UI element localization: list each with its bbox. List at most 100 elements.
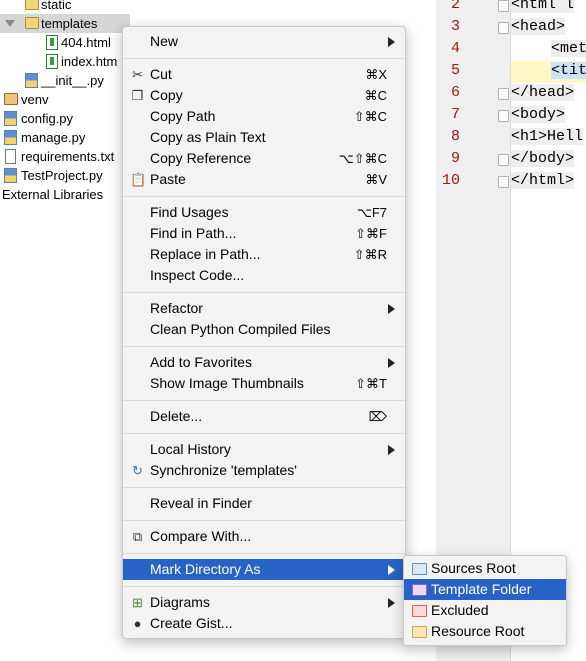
- menu-item-add-to-favorites[interactable]: Add to Favorites: [123, 352, 405, 373]
- fold-marker-icon[interactable]: [498, 88, 509, 100]
- github-icon: ●: [133, 616, 142, 631]
- fold-marker-icon[interactable]: [498, 22, 509, 34]
- fold-marker-icon[interactable]: [498, 0, 509, 12]
- html-file-icon: [46, 54, 58, 69]
- shortcut: ⇧⌘C: [353, 109, 387, 124]
- submenu-item-excluded[interactable]: Excluded: [404, 600, 566, 621]
- fold-marker-icon[interactable]: [498, 176, 509, 188]
- menu-item-new[interactable]: New: [123, 31, 405, 52]
- tree-item-requirements-txt[interactable]: requirements.txt: [0, 147, 130, 166]
- scissors-icon: ✂: [132, 67, 143, 82]
- tree-item-venv[interactable]: venv: [0, 90, 130, 109]
- tree-item-testproject-py[interactable]: TestProject.py: [0, 166, 130, 185]
- fold-marker-icon[interactable]: [498, 154, 509, 166]
- menu-item-mark-directory-as[interactable]: Mark Directory As: [123, 559, 405, 580]
- code-line: </head>: [511, 84, 575, 101]
- template-folder-icon: [412, 584, 427, 596]
- line-number: 3: [450, 18, 460, 35]
- menu-item-create-gist[interactable]: ● Create Gist...: [123, 613, 405, 634]
- excluded-folder-icon: [412, 605, 427, 617]
- folder-icon: [25, 17, 39, 29]
- menu-item-reveal-in-finder[interactable]: Reveal in Finder: [123, 493, 405, 514]
- line-number: 5: [450, 62, 460, 79]
- tree-item-label: index.htm: [61, 54, 118, 69]
- menu-separator: [123, 196, 405, 197]
- menu-item-local-history[interactable]: Local History: [123, 439, 405, 460]
- submenu-arrow-icon: [388, 37, 395, 47]
- menu-separator: [123, 292, 405, 293]
- menu-item-replace-in-path[interactable]: Replace in Path... ⇧⌘R: [123, 244, 405, 265]
- menu-item-delete[interactable]: Delete... ⌦: [123, 406, 405, 427]
- line-number: 2: [450, 0, 460, 13]
- tree-item-label: 404.html: [61, 35, 111, 50]
- tree-item-manage-py[interactable]: manage.py: [0, 128, 130, 147]
- tree-item-index-html[interactable]: index.htm: [0, 52, 130, 71]
- menu-item-diagrams[interactable]: ⊞ Diagrams: [123, 592, 405, 613]
- menu-item-copy-path[interactable]: Copy Path ⇧⌘C: [123, 106, 405, 127]
- python-file-icon: [4, 130, 17, 145]
- tree-item-config-py[interactable]: config.py: [0, 109, 130, 128]
- menu-item-copy-reference[interactable]: Copy Reference ⌥⇧⌘C: [123, 148, 405, 169]
- expand-arrow-icon[interactable]: [5, 20, 15, 27]
- menu-separator: [123, 400, 405, 401]
- mark-directory-submenu: Sources Root Template Folder Excluded Re…: [403, 555, 567, 646]
- shortcut: ⌘V: [365, 172, 387, 187]
- tree-item-label: TestProject.py: [21, 168, 103, 183]
- code-line: <tit: [551, 62, 586, 79]
- menu-item-cut[interactable]: ✂ Cut ⌘X: [123, 64, 405, 85]
- menu-separator: [123, 487, 405, 488]
- fold-marker-icon[interactable]: [498, 110, 509, 122]
- line-number: 10: [441, 172, 460, 189]
- menu-item-find-in-path[interactable]: Find in Path... ⇧⌘F: [123, 223, 405, 244]
- menu-item-find-usages[interactable]: Find Usages ⌥F7: [123, 202, 405, 223]
- html-file-icon: [46, 35, 58, 50]
- code-line: <html l: [511, 0, 575, 13]
- text-file-icon: [5, 149, 16, 164]
- menu-item-paste[interactable]: 📋 Paste ⌘V: [123, 169, 405, 190]
- shortcut: ⌘X: [365, 67, 387, 82]
- tree-item-init-py[interactable]: __init__.py: [0, 71, 130, 90]
- submenu-arrow-icon: [388, 598, 395, 608]
- sources-root-folder-icon: [412, 563, 427, 575]
- submenu-item-template-folder[interactable]: Template Folder: [404, 579, 566, 600]
- menu-item-copy[interactable]: ❐ Copy ⌘C: [123, 85, 405, 106]
- tree-item-label: requirements.txt: [21, 149, 115, 164]
- menu-item-show-thumbnails[interactable]: Show Image Thumbnails ⇧⌘T: [123, 373, 405, 394]
- submenu-item-sources-root[interactable]: Sources Root: [404, 558, 566, 579]
- shortcut: ⇧⌘T: [355, 376, 387, 391]
- code-line: <head>: [511, 18, 566, 35]
- tree-item-label: venv: [21, 92, 49, 107]
- menu-item-synchronize[interactable]: ↻ Synchronize 'templates': [123, 460, 405, 481]
- menu-separator: [123, 58, 405, 59]
- menu-item-refactor[interactable]: Refactor: [123, 298, 405, 319]
- submenu-item-resource-root[interactable]: Resource Root: [404, 621, 566, 642]
- diagrams-icon: ⊞: [132, 595, 143, 610]
- code-line: </body>: [511, 150, 575, 167]
- code-line: <body>: [511, 106, 566, 123]
- tree-item-label: __init__.py: [41, 73, 104, 88]
- tree-item-external-libraries[interactable]: External Libraries: [0, 185, 130, 204]
- folder-icon: [25, 0, 39, 10]
- tree-item-404-html[interactable]: 404.html: [0, 33, 130, 52]
- tree-item-label: static: [41, 0, 72, 12]
- menu-item-clean-compiled[interactable]: Clean Python Compiled Files: [123, 319, 405, 340]
- code-line: <h1>Hell: [511, 128, 584, 145]
- line-number: 9: [450, 150, 460, 167]
- tree-item-static[interactable]: static: [0, 0, 130, 14]
- submenu-arrow-icon: [388, 358, 395, 368]
- tree-item-templates[interactable]: templates: [0, 14, 130, 33]
- paste-icon: 📋: [130, 172, 147, 187]
- line-number: 4: [450, 40, 460, 57]
- menu-item-compare-with[interactable]: ⧉ Compare With...: [123, 526, 405, 547]
- code-line: </html>: [511, 172, 575, 189]
- python-file-icon: [4, 168, 17, 183]
- tree-item-label: templates: [41, 16, 98, 31]
- menu-item-copy-plain-text[interactable]: Copy as Plain Text: [123, 127, 405, 148]
- resource-root-folder-icon: [412, 626, 427, 638]
- menu-item-inspect-code[interactable]: Inspect Code...: [123, 265, 405, 286]
- tree-item-label: manage.py: [21, 130, 86, 145]
- menu-separator: [123, 553, 405, 554]
- shortcut: ⇧⌘R: [353, 247, 387, 262]
- line-number: 7: [450, 106, 460, 123]
- submenu-arrow-icon: [388, 304, 395, 314]
